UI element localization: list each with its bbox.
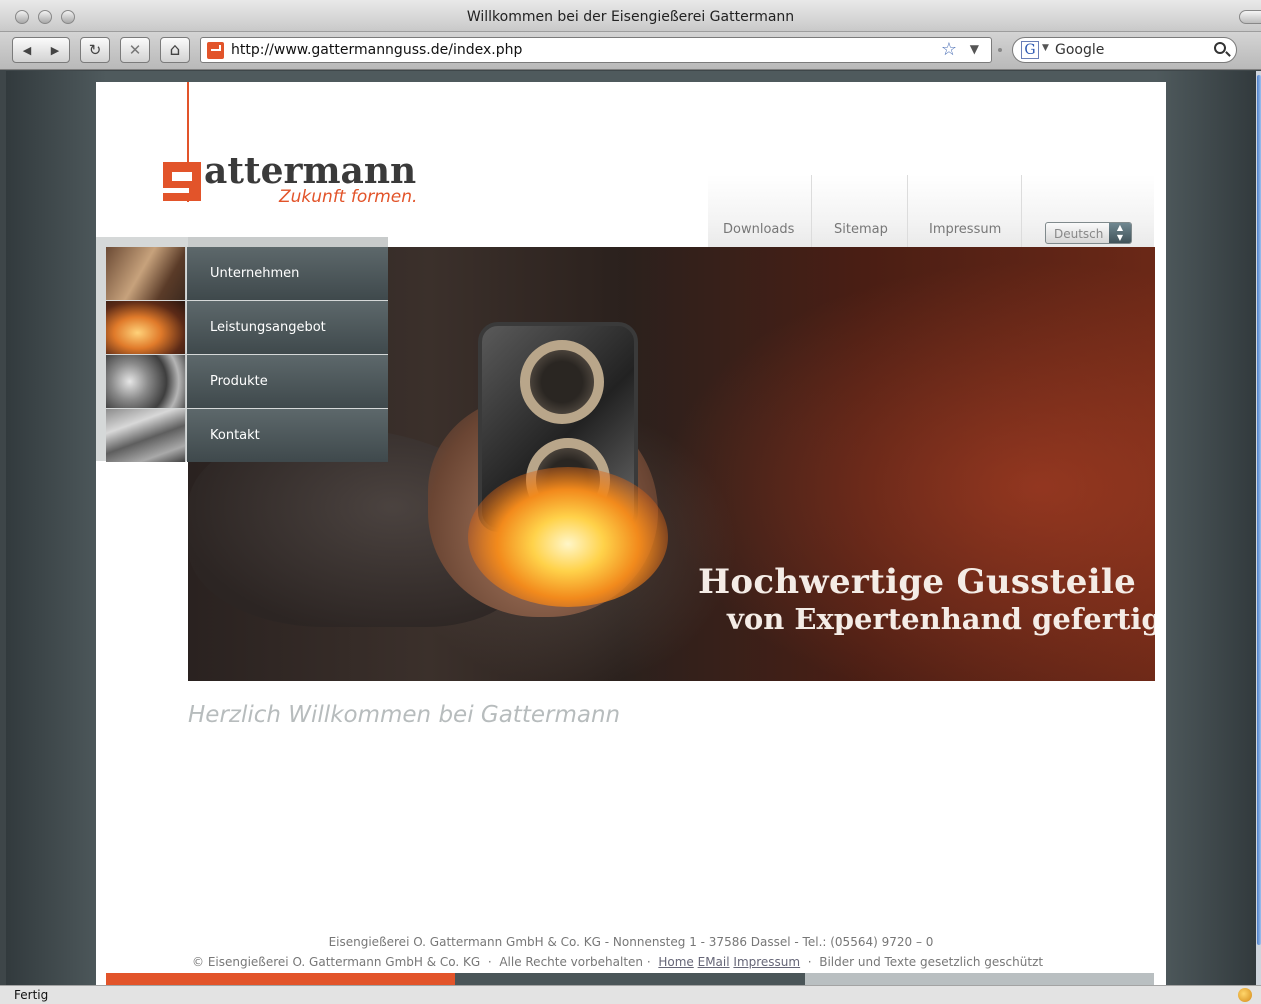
menu-panel: Leistungsangebot <box>187 301 388 354</box>
logo-g-icon[interactable] <box>163 162 201 201</box>
window-title: Willkommen bei der Eisengießerei Gatterm… <box>466 9 795 25</box>
back-icon[interactable]: ◀ <box>23 44 31 57</box>
back-forward-buttons[interactable]: ◀ ▶ <box>12 37 70 63</box>
menu-panel: Unternehmen <box>187 247 388 300</box>
forward-icon[interactable]: ▶ <box>51 44 59 57</box>
bookmark-star-icon[interactable]: ☆ <box>941 39 957 60</box>
menu-thumb-image <box>106 409 186 462</box>
footer-address: Eisengießerei O. Gattermann GmbH & Co. K… <box>328 935 934 949</box>
browser-viewport: attermann Zukunft formen. Downloads Site… <box>6 71 1256 985</box>
menu-item-label: Produkte <box>210 374 268 389</box>
menu-thumb-image <box>106 301 186 354</box>
footer-bar-orange <box>106 973 455 985</box>
footer-link-home[interactable]: Home <box>658 955 693 969</box>
stop-icon: ✕ <box>128 41 142 59</box>
address-bar[interactable]: http://www.gattermannguss.de/index.php ☆… <box>200 37 992 63</box>
menu-top-bar <box>188 237 388 247</box>
hero-ring-top <box>520 340 604 424</box>
footer-link-impressum[interactable]: Impressum <box>733 955 800 969</box>
status-bar: Fertig <box>0 985 1261 1004</box>
topnav-downloads-label[interactable]: Downloads <box>723 222 794 237</box>
reload-button[interactable]: ↻ <box>80 37 110 63</box>
search-engine-dropdown-icon[interactable]: ▼ <box>1042 43 1049 53</box>
window-titlebar: Willkommen bei der Eisengießerei Gatterm… <box>0 0 1261 32</box>
footer-protected: Bilder und Texte gesetzlich geschützt <box>819 955 1044 969</box>
hero-glow <box>468 467 668 607</box>
url-text[interactable]: http://www.gattermannguss.de/index.php <box>231 42 522 58</box>
site-favicon-icon <box>207 42 224 59</box>
menu-panel: Produkte <box>187 355 388 408</box>
menu-thumb-image <box>106 355 186 408</box>
topnav-impressum-label[interactable]: Impressum <box>929 222 1001 237</box>
history-dropdown-icon[interactable]: ▼ <box>970 42 979 56</box>
footer-bar-dark <box>455 973 805 985</box>
topnav-sitemap-label[interactable]: Sitemap <box>834 222 888 237</box>
footer-link-email[interactable]: EMail <box>698 955 730 969</box>
reload-icon: ↻ <box>88 41 102 59</box>
search-bar[interactable]: G ▼ Google <box>1012 37 1237 63</box>
menu-item-leistungsangebot[interactable]: Leistungsangebot <box>106 301 388 354</box>
footer-separator: · <box>487 955 492 969</box>
search-input[interactable]: Google <box>1055 42 1104 58</box>
hero-headline: Hochwertige Gussteile <box>698 562 1137 602</box>
menu-item-kontakt[interactable]: Kontakt <box>106 409 388 462</box>
menu-item-label: Unternehmen <box>210 266 300 281</box>
toolbar-toggle-button[interactable] <box>1239 10 1261 24</box>
select-arrows-icon: ▲ ▼ <box>1109 223 1131 243</box>
language-select[interactable]: Deutsch ▲ ▼ <box>1045 222 1132 244</box>
menu-thumb-image <box>106 247 186 300</box>
hero-subheadline: von Expertenhand gefertigt <box>727 602 1155 636</box>
logo-slogan: Zukunft formen. <box>279 187 418 207</box>
search-engine-icon[interactable]: G <box>1021 41 1039 59</box>
menu-item-produkte[interactable]: Produkte <box>106 355 388 408</box>
language-select-value: Deutsch <box>1054 227 1104 241</box>
footer-separator: · <box>646 955 651 969</box>
logo-name[interactable]: attermann <box>204 150 416 192</box>
web-page: attermann Zukunft formen. Downloads Site… <box>96 82 1166 985</box>
welcome-heading: Herzlich Willkommen bei Gattermann <box>188 702 621 728</box>
footer-legal: © Eisengießerei O. Gattermann GmbH & Co.… <box>192 955 1043 969</box>
stop-button[interactable]: ✕ <box>120 37 150 63</box>
vertical-scrollbar[interactable] <box>1256 71 1261 985</box>
search-icon[interactable] <box>1214 42 1226 54</box>
menu-item-unternehmen[interactable]: Unternehmen <box>106 247 388 300</box>
browser-toolbar: ◀ ▶ ↻ ✕ ⌂ http://www.gattermannguss.de/i… <box>0 32 1261 70</box>
toolbar-separator <box>998 48 1002 52</box>
footer-bar-grey <box>805 973 1154 985</box>
home-icon: ⌂ <box>169 40 181 60</box>
menu-panel: Kontakt <box>187 409 388 462</box>
status-text: Fertig <box>14 988 49 1002</box>
menu-item-label: Leistungsangebot <box>210 320 326 335</box>
footer-rights: Alle Rechte vorbehalten <box>499 955 644 969</box>
home-button[interactable]: ⌂ <box>160 37 190 63</box>
menu-item-label: Kontakt <box>210 428 260 443</box>
footer-separator: · <box>807 955 812 969</box>
main-menu: Unternehmen Leistungsangebot Produkte Ko… <box>96 237 388 462</box>
addon-status-icon[interactable] <box>1238 988 1252 1002</box>
footer-copyright: © Eisengießerei O. Gattermann GmbH & Co.… <box>192 955 481 969</box>
